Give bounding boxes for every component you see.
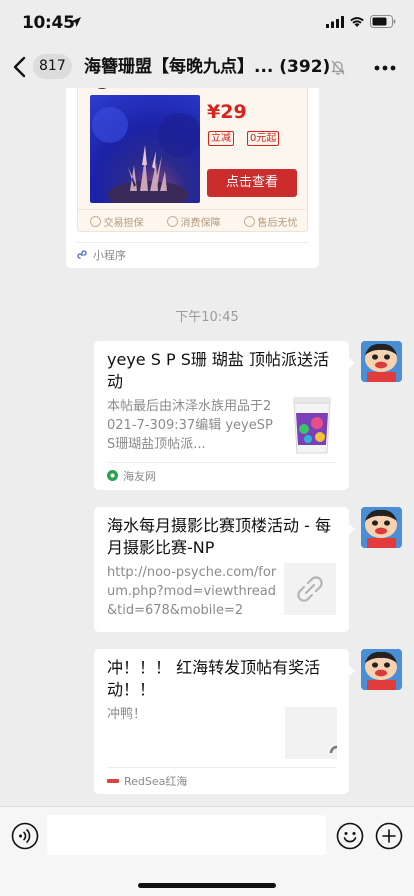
sender-avatar[interactable] [361, 341, 402, 382]
link-thumbnail [285, 707, 337, 759]
guarantee-label: 消费保障 [180, 218, 221, 229]
link-title: 海水每月摄影比赛顶楼活动 - 每月摄影比赛-NP [107, 516, 331, 557]
cellular-signal-icon [326, 16, 344, 28]
mute-bell-icon [331, 60, 345, 75]
guarantee-row: 交易担保 消费保障 售后无忧 [78, 209, 307, 231]
guarantee-label: 交易担保 [103, 218, 144, 229]
shop-avatar [92, 88, 112, 89]
cartoon-avatar-icon [361, 649, 402, 690]
back-chevron-icon[interactable] [12, 56, 28, 78]
emoji-icon[interactable] [336, 822, 364, 850]
link-description: http://noo-psyche.com/forum.php?mod=view… [107, 565, 277, 618]
status-bar: 10:45 [0, 0, 414, 48]
sender-avatar[interactable] [361, 649, 402, 690]
link-source: 海友网 [107, 462, 336, 486]
guarantee-item: 售后无忧 [243, 214, 298, 229]
source-name: 海友网 [123, 469, 156, 483]
link-description: 本帖最后由沐泽水族用品于2021-7-309:37编辑 yeyeSPS珊瑚盐顶帖… [107, 399, 273, 452]
mini-program-icon [77, 249, 87, 259]
link-message-card[interactable]: 冲！！！ 红海转发顶帖有奖活动！！ 冲鸭！ RedSea红海 [94, 649, 355, 794]
mini-program-footer: 小程序 [77, 242, 308, 264]
link-thumbnail [284, 563, 336, 615]
bubble-tail [348, 357, 355, 369]
product-image [90, 95, 200, 203]
shield-icon [166, 216, 178, 227]
cartoon-avatar-icon [361, 341, 402, 382]
bubble-tail [348, 523, 355, 535]
status-time: 10:45 [22, 13, 75, 33]
guarantee-item: 消费保障 [166, 214, 221, 229]
haiyou-logo-icon [107, 470, 118, 481]
plus-icon[interactable] [375, 822, 403, 850]
shield-icon [243, 216, 255, 227]
message-input[interactable] [47, 815, 326, 855]
wifi-icon [350, 17, 364, 27]
shield-icon [89, 216, 101, 227]
voice-input-icon[interactable] [11, 822, 39, 850]
zero-start-tag: 0元起 [247, 131, 280, 146]
link-title: yeye S P S珊 瑚盐 顶帖派送活动 [107, 350, 330, 391]
salt-bucket-thumbnail [293, 397, 331, 454]
loading-spinner-icon [329, 745, 337, 754]
chain-link-icon [297, 576, 323, 602]
chat-messages[interactable]: ¥29 立减 0元起 点击查看 交易担保 消费保障 售后无忧 小程序 下午10:… [0, 88, 414, 806]
location-arrow-icon [71, 17, 81, 27]
bubble-tail [348, 665, 355, 677]
link-description: 冲鸭！ [107, 707, 147, 722]
link-source: RedSea红海 [107, 767, 336, 791]
coral-image [92, 107, 200, 203]
mini-program-preview: ¥29 立减 0元起 点击查看 交易担保 消费保障 售后无忧 [77, 88, 308, 232]
discount-tag: 立减 [208, 131, 234, 146]
battery-icon [370, 15, 396, 28]
mini-program-label: 小程序 [93, 248, 126, 262]
product-price: ¥29 [207, 101, 247, 123]
view-product-button[interactable]: 点击查看 [207, 169, 297, 197]
mini-program-card[interactable]: ¥29 立减 0元起 点击查看 交易担保 消费保障 售后无忧 小程序 [66, 88, 319, 268]
home-indicator [138, 883, 276, 888]
sender-avatar[interactable] [361, 507, 402, 548]
source-name: RedSea红海 [124, 774, 188, 788]
chat-title[interactable]: 海簪珊盟【每晚九点】... (392) [84, 55, 332, 79]
link-message-card[interactable]: yeye S P S珊 瑚盐 顶帖派送活动 本帖最后由沐泽水族用品于2021-7… [94, 341, 355, 490]
unread-count-badge[interactable]: 817 [33, 54, 72, 79]
more-options-icon[interactable] [374, 65, 396, 71]
cartoon-avatar-icon [361, 507, 402, 548]
guarantee-item: 交易担保 [89, 214, 144, 229]
link-title: 冲！！！ 红海转发顶帖有奖活动！！ [107, 658, 321, 699]
redsea-logo-icon [107, 778, 119, 783]
nav-bar: 817 海簪珊盟【每晚九点】... (392) [0, 48, 414, 88]
link-message-card[interactable]: 海水每月摄影比赛顶楼活动 - 每月摄影比赛-NP http://noo-psyc… [94, 507, 355, 632]
message-timestamp: 下午10:45 [175, 310, 239, 325]
guarantee-label: 售后无忧 [257, 218, 298, 229]
